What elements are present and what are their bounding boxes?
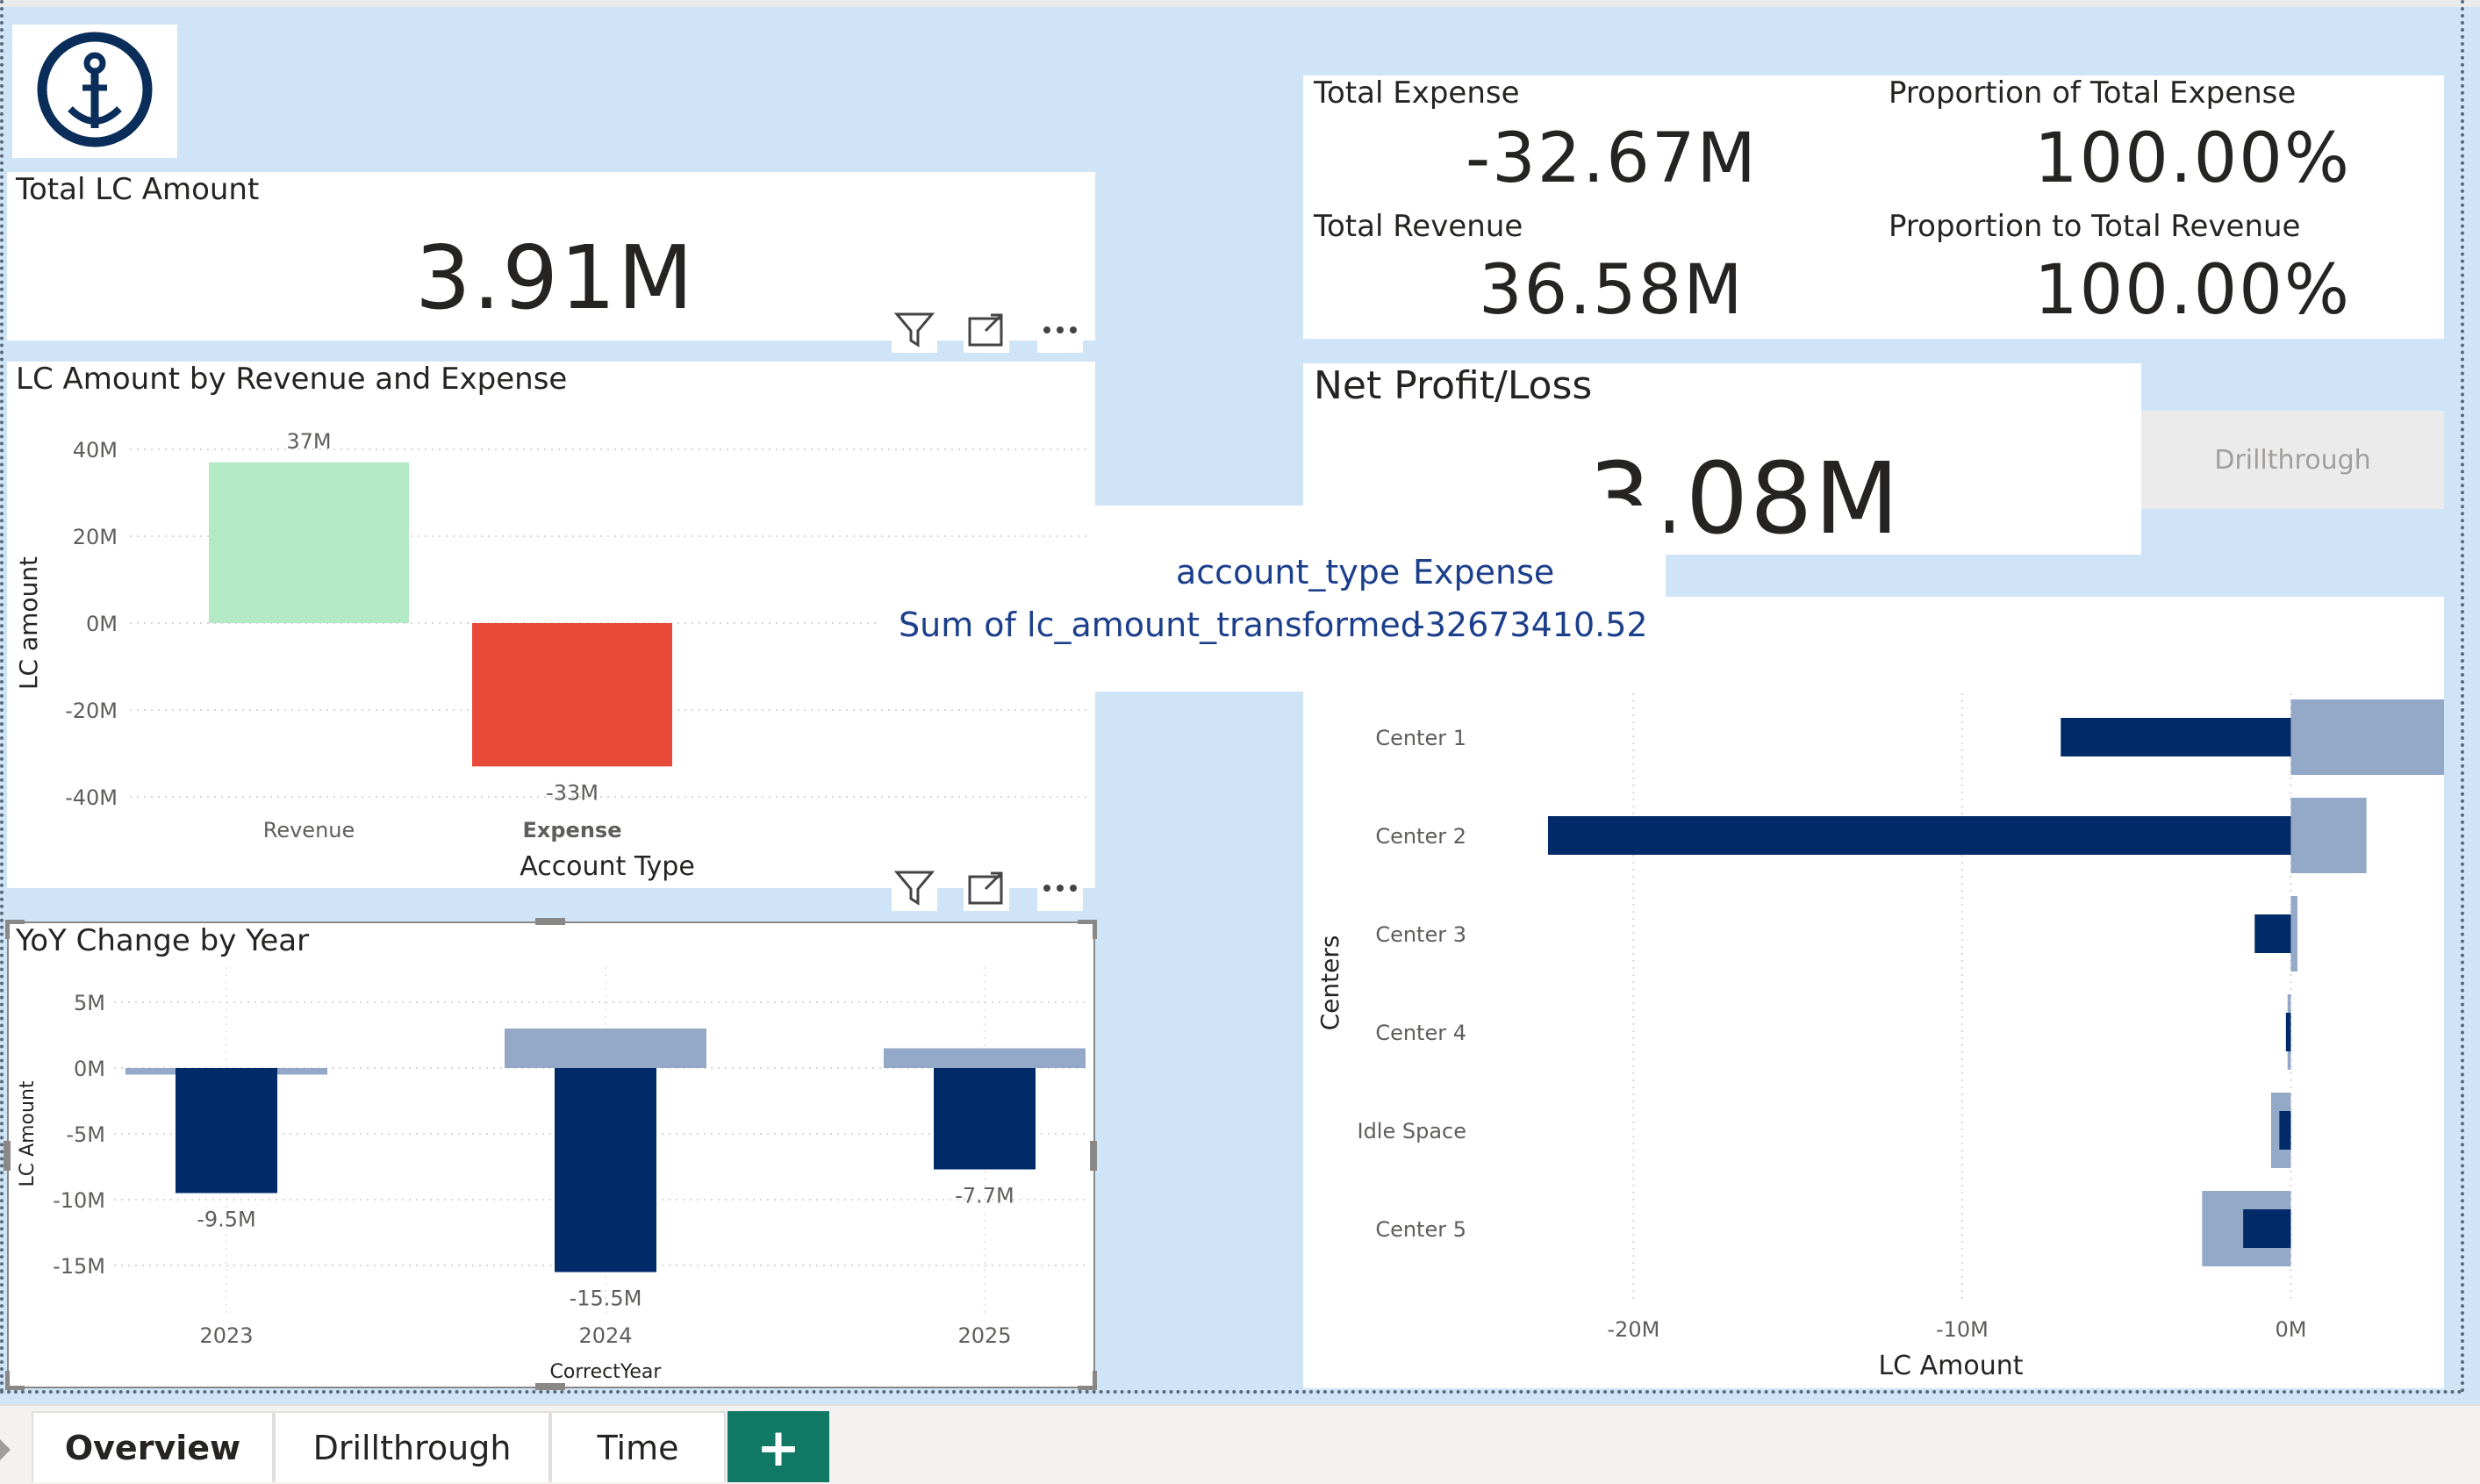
drillthrough-button-label: Drillthrough [2214,444,2371,476]
corner-handle-tr[interactable] [1078,920,1097,939]
filter-icon-2[interactable] [892,865,937,911]
scroll-left-icon[interactable] [0,1439,11,1460]
bar-series-1 [2290,798,2367,873]
bar-series-2 [2285,1013,2291,1051]
more-options-icon[interactable] [1037,307,1083,353]
proportion-expense-title: Proportion of Total Expense [1889,75,2297,111]
proportion-expense-value: 100.00% [2034,119,2352,198]
y-tick-label: Center 3 [1375,922,1466,947]
tooltip-label-2: Sum of lc_amount_transformed [899,606,1422,644]
y-tick-label: 40M [73,438,118,462]
x-tick-label: 0M [2275,1317,2306,1342]
y-tick-label: Center 1 [1375,726,1466,750]
x-tick-label: Revenue [263,818,355,842]
window-top-band [0,0,2480,7]
resize-handle-left[interactable] [4,1141,11,1171]
bar-series-2 [555,1068,656,1273]
resize-handle-bottom[interactable] [535,1383,565,1390]
centers-chart: -20M -10M 0M Center 1 Center 2 Center 3 Center… [1315,693,2444,1381]
filter-icon[interactable] [892,307,937,353]
y-tick-label: -20M [65,699,118,723]
x-tick-label: -10M [1936,1317,1989,1342]
tab-drillthrough[interactable]: Drillthrough [274,1411,550,1482]
y-tick-label: -40M [65,785,118,810]
tab-drillthrough-label: Drillthrough [312,1428,512,1467]
y-tick-label: Idle Space [1357,1119,1466,1143]
y-axis-title: LC Amount [17,1080,39,1186]
bar [209,462,409,623]
yoy-chart-card[interactable]: YoY Change by Year 5M 0M -5M -10M -15M -9.5M 2… [4,918,1097,1390]
y-tick-label: Center 2 [1375,824,1466,849]
y-tick-label: 5M [74,991,105,1015]
tooltip-value-1: Expense [1413,553,1555,591]
bar-series-2 [2279,1111,2291,1150]
drillthrough-button[interactable]: Drillthrough [2141,411,2444,509]
corner-handle-tl[interactable] [5,920,25,939]
y-tick-label: -5M [66,1122,105,1147]
tooltip-label-1: account_type [1176,553,1401,591]
data-label: -7.7M [955,1184,1014,1208]
proportion-revenue-value: 100.00% [2034,251,2352,330]
total-revenue-title: Total Revenue [1314,209,1523,244]
corner-handle-bl[interactable] [5,1371,25,1390]
data-label: -9.5M [197,1208,256,1232]
y-tick-label: 0M [86,612,118,636]
bar [472,623,672,767]
data-label: -15.5M [570,1287,642,1311]
tab-time-label: Time [597,1428,679,1467]
bar-series-2 [2243,1209,2291,1248]
resize-handle-right[interactable] [1090,1141,1097,1171]
bar-series-1 [505,1029,706,1068]
data-label: -33M [546,780,598,805]
x-tick-label: 2025 [957,1323,1011,1348]
bar-series-2 [176,1068,277,1194]
total-expense-value: -32.67M [1466,119,1758,198]
y-axis-title: Centers [1315,936,1344,1031]
bar-series-2 [2254,914,2291,953]
yoy-chart: 5M 0M -5M -10M -15M -9.5M 2023 -15.5M 2024 -7.7M 2… [17,967,1088,1383]
proportion-revenue-title: Proportion to Total Revenue [1889,209,2301,244]
total-revenue-value: 36.58M [1479,251,1745,330]
x-tick-label: -20M [1607,1317,1659,1342]
tab-overview[interactable]: Overview [32,1411,274,1482]
tab-overview-label: Overview [64,1428,241,1467]
logo-card [12,25,177,158]
bar-series-1 [884,1048,1086,1068]
total-expense-title: Total Expense [1314,75,1520,111]
net-profit-title: Net Profit/Loss [1314,363,1593,408]
bar-series-2 [2061,718,2291,756]
bar-series-2 [934,1068,1036,1170]
y-tick-label: 20M [73,525,118,549]
add-page-icon: + [756,1416,801,1479]
total-lc-title: Total LC Amount [16,172,260,207]
data-label: 37M [286,429,331,454]
corner-handle-br[interactable] [1078,1371,1097,1390]
kpi-card[interactable]: Total Expense -32.67M Proportion of Tota… [1303,75,2444,339]
focus-mode-icon[interactable] [964,307,1009,353]
more-options-icon-2[interactable] [1037,865,1083,911]
x-tick-label: Expense [523,818,622,842]
centers-chart-card[interactable]: -20M -10M 0M Center 1 Center 2 Center 3 Center… [1303,597,2444,1388]
x-tick-label: 2024 [578,1323,632,1348]
y-tick-label: Center 5 [1375,1217,1466,1242]
resize-handle-top[interactable] [535,918,565,925]
x-axis-title: Account Type [520,851,695,882]
y-axis-title: LC amount [14,556,43,690]
x-tick-label: 2023 [199,1323,253,1348]
x-axis-title: LC Amount [1878,1351,2023,1381]
anchor-icon [37,32,153,147]
y-tick-label: -10M [53,1188,105,1213]
x-axis-title: CorrectYear [550,1361,663,1383]
bar-series-1 [2290,896,2297,971]
y-tick-label: Center 4 [1375,1021,1466,1045]
bar-series-1 [2290,699,2444,775]
total-lc-value: 3.91M [415,226,695,329]
tab-time[interactable]: Time [550,1411,726,1482]
y-tick-label: -15M [53,1254,105,1279]
add-page-button[interactable]: + [728,1411,829,1482]
bar-series-2 [1547,816,2291,855]
tooltip-value-2: -32673410.52 [1413,606,1648,644]
focus-mode-icon-2[interactable] [964,865,1009,911]
y-tick-label: 0M [74,1057,105,1081]
